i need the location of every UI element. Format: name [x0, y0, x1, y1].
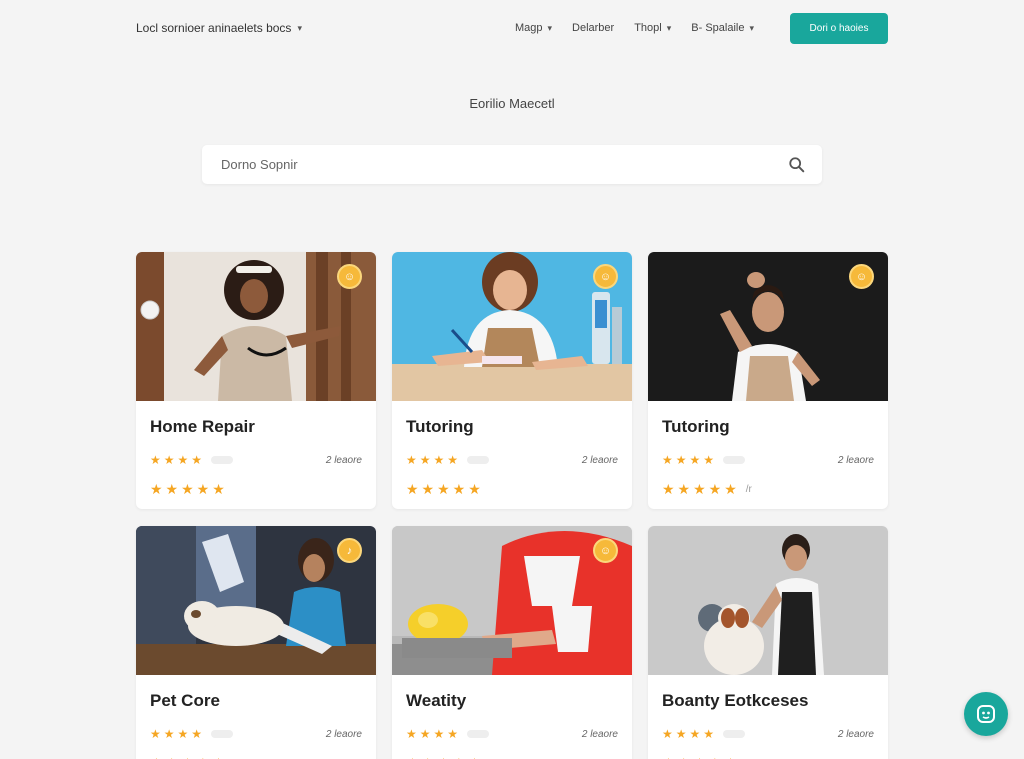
star-rating: ★★★★	[150, 727, 206, 741]
review-count: 2 leaore	[837, 728, 874, 740]
card-title: Home Repair	[150, 417, 255, 436]
search-icon[interactable]	[788, 156, 806, 174]
rating-pill	[723, 730, 746, 738]
rating-pill	[211, 456, 234, 464]
rating-row-secondary: ★★★★★	[406, 755, 618, 759]
service-card[interactable]: ♪ Pet Core ★★★★ 2 leaore ★★★★★	[136, 526, 376, 759]
search-bar	[202, 145, 822, 184]
page-subtitle: Eorilio Maecetl	[469, 96, 555, 111]
rating-row-secondary: ★★★★★ /r	[662, 481, 874, 498]
nav-item-4[interactable]: B- Spalaile ▾	[691, 22, 754, 34]
rating-row-secondary: ★★★★★	[150, 481, 362, 498]
favorite-badge-icon[interactable]: ♪	[337, 538, 362, 563]
service-card[interactable]: Boanty Eotkceses ★★★★ 2 leaore ★★★★★	[648, 526, 888, 759]
star-rating-large: ★★★★★	[150, 481, 228, 497]
rating-row: ★★★★ 2 leaore	[150, 453, 362, 467]
rating-row: ★★★★ 2 leaore	[662, 453, 874, 467]
nav-item-label: Delarber	[572, 22, 615, 34]
service-card[interactable]: ☺ Home Repair ★★★★ 2 leaore ★★★★★	[136, 252, 376, 509]
star-rating-large: ★★★★★	[662, 755, 740, 759]
star-rating: ★★★★	[406, 727, 462, 741]
nav-item-label: Thopl	[634, 22, 662, 34]
rating-row-secondary: ★★★★★	[662, 755, 874, 759]
card-image: ☺	[392, 252, 632, 401]
rating-row: ★★★★ 2 leaore	[150, 727, 362, 741]
chat-button[interactable]	[964, 692, 1008, 736]
service-grid: ☺ Home Repair ★★★★ 2 leaore ★★★★★ ☺ Tuto…	[136, 252, 888, 759]
chevron-down-icon: ▾	[297, 22, 302, 33]
chevron-down-icon: ▾	[666, 22, 672, 33]
rating-pill	[211, 730, 234, 738]
cta-button[interactable]: Dori o haoies	[790, 12, 888, 44]
star-rating: ★★★★	[662, 453, 718, 467]
chevron-down-icon: ▾	[749, 22, 754, 33]
card-image	[648, 526, 888, 675]
card-image: ☺	[136, 252, 376, 401]
star-rating: ★★★★	[662, 727, 718, 741]
card-title: Pet Core	[150, 691, 220, 710]
card-title: Tutoring	[662, 417, 730, 436]
review-count: 2 leaore	[325, 728, 362, 740]
service-card[interactable]: ☺ Weatity ★★★★ 2 leaore ★★★★★	[392, 526, 632, 759]
star-rating-large: ★★★★★	[662, 481, 740, 497]
star-rating-large: ★★★★★	[406, 755, 484, 759]
star-rating-large: ★★★★★	[150, 755, 228, 759]
favorite-badge-icon[interactable]: ☺	[849, 264, 874, 289]
nav-item-label: Magp	[514, 22, 543, 34]
top-nav: Locl sornioer aninaelets bocs ▾ Magp ▾ D…	[136, 12, 888, 44]
nav-item-3[interactable]: Thopl ▾	[634, 22, 671, 34]
search-input[interactable]	[221, 157, 788, 172]
brand-label: Locl sornioer aninaelets bocs	[136, 21, 292, 35]
chevron-down-icon: ▾	[547, 22, 553, 33]
rating-row: ★★★★ 2 leaore	[406, 727, 618, 741]
rating-row-secondary: ★★★★★	[150, 755, 362, 759]
star-rating: ★★★★	[150, 453, 206, 467]
nav-item-1[interactable]: Magp ▾	[515, 22, 552, 34]
card-title: Tutoring	[406, 417, 474, 436]
card-image: ☺	[392, 526, 632, 675]
service-card[interactable]: ☺ Tutoring ★★★★ 2 leaore ★★★★★	[392, 252, 632, 509]
card-title: Weatity	[406, 691, 467, 710]
favorite-badge-icon[interactable]: ☺	[593, 264, 618, 289]
rating-row-secondary: ★★★★★	[406, 481, 618, 498]
star-rating: ★★★★	[406, 453, 462, 467]
nav-item-2[interactable]: Delarber	[572, 22, 614, 34]
review-count: 2 leaore	[837, 454, 874, 466]
rating-pill	[467, 456, 490, 464]
favorite-badge-icon[interactable]: ☺	[337, 264, 362, 289]
card-image: ☺	[648, 252, 888, 401]
review-count: 2 leaore	[325, 454, 362, 466]
nav-menu: Magp ▾ Delarber Thopl ▾ B- Spalaile ▾ Do…	[515, 12, 888, 44]
brand-selector[interactable]: Locl sornioer aninaelets bocs ▾	[136, 21, 302, 35]
rating-row: ★★★★ 2 leaore	[406, 453, 618, 467]
star-rating-large: ★★★★★	[406, 481, 484, 497]
card-image: ♪	[136, 526, 376, 675]
card-title: Boanty Eotkceses	[662, 691, 809, 710]
review-count: 2 leaore	[581, 728, 618, 740]
rating-extra: /r	[745, 484, 752, 495]
rating-pill	[723, 456, 746, 464]
review-count: 2 leaore	[581, 454, 618, 466]
nav-item-label: B- Spalaile	[691, 22, 745, 34]
rating-pill	[467, 730, 490, 738]
chat-icon	[977, 705, 995, 723]
favorite-badge-icon[interactable]: ☺	[593, 538, 618, 563]
rating-row: ★★★★ 2 leaore	[662, 727, 874, 741]
service-card[interactable]: ☺ Tutoring ★★★★ 2 leaore ★★★★★ /r	[648, 252, 888, 509]
